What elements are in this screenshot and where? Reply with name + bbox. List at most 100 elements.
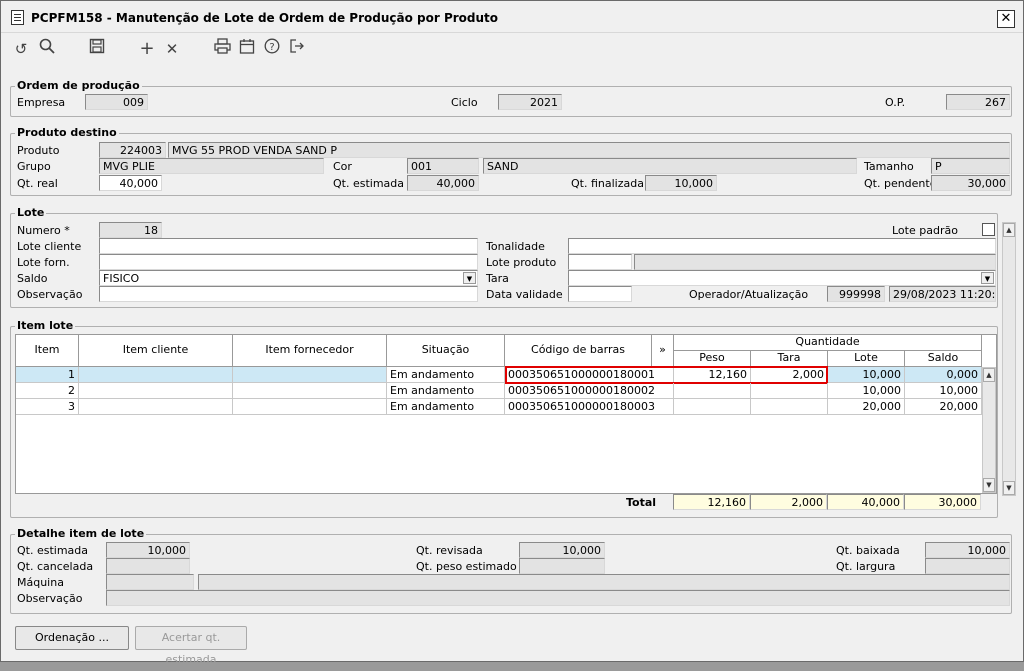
tara-select[interactable]: ▼ <box>568 270 996 286</box>
table-row-cell-codigo[interactable]: 000350651000000180001 <box>505 367 674 383</box>
toolbar: ↺ + ✕ ? <box>1 35 1023 63</box>
table-row-cell-item-cliente[interactable] <box>79 383 233 399</box>
tonalidade-field[interactable] <box>568 238 996 254</box>
table-row-cell-lote[interactable]: 20,000 <box>828 399 905 415</box>
numero-label: Numero * <box>17 224 70 237</box>
table-row-cell-tara[interactable]: 2,000 <box>751 367 828 383</box>
table-row-cell-saldo[interactable]: 10,000 <box>905 383 982 399</box>
col-header-tara[interactable]: Tara <box>751 351 828 367</box>
lote-padrao-checkbox[interactable] <box>982 223 995 236</box>
col-header-item[interactable]: Item <box>16 335 79 367</box>
exit-icon[interactable] <box>286 38 308 60</box>
col-header-situacao[interactable]: Situação <box>387 335 505 367</box>
det-qt-revisada-label: Qt. revisada <box>416 544 483 557</box>
table-row-cell-codigo[interactable]: 000350651000000180002 <box>505 383 674 399</box>
qt-estimada-field: 40,000 <box>407 175 479 191</box>
col-header-item-fornecedor[interactable]: Item fornecedor <box>233 335 387 367</box>
table-row-cell-lote[interactable]: 10,000 <box>828 367 905 383</box>
table-row-cell-saldo[interactable]: 0,000 <box>905 367 982 383</box>
atualizacao-field: 29/08/2023 11:20:57 <box>889 286 996 302</box>
col-header-saldo[interactable]: Saldo <box>905 351 982 367</box>
calendar-icon[interactable] <box>236 38 258 60</box>
det-maquina-desc-field <box>198 574 1010 590</box>
col-header-peso[interactable]: Peso <box>674 351 751 367</box>
cor-code-field: 001 <box>407 158 479 174</box>
det-qt-estimada-label: Qt. estimada <box>17 544 89 557</box>
scroll-down-icon[interactable]: ▼ <box>1003 481 1015 495</box>
table-scrollbar[interactable]: ▲ ▼ <box>982 367 996 493</box>
det-qt-peso-estimado-field <box>519 558 605 574</box>
produto-label: Produto <box>17 144 60 157</box>
lote-cliente-field[interactable] <box>99 238 478 254</box>
total-lote: 40,000 <box>827 494 904 510</box>
observacao-field[interactable] <box>99 286 478 302</box>
table-row-cell-item[interactable]: 1 <box>16 367 79 383</box>
total-tara: 2,000 <box>750 494 827 510</box>
table-row-cell-peso[interactable] <box>674 399 751 415</box>
qt-real-field[interactable]: 40,000 <box>99 175 162 191</box>
help-icon[interactable]: ? <box>261 38 283 60</box>
ordenacao-button[interactable]: Ordenação ... <box>15 626 129 650</box>
table-row-cell-situacao[interactable]: Em andamento <box>387 383 505 399</box>
qt-estimada-label: Qt. estimada <box>333 177 405 190</box>
table-row-cell-peso[interactable] <box>674 383 751 399</box>
det-observacao-field <box>106 590 1010 606</box>
saldo-select[interactable]: FISICO ▼ <box>99 270 478 286</box>
group-title: Detalhe item de lote <box>15 527 147 540</box>
group-title: Lote <box>15 206 47 219</box>
lote-forn-field[interactable] <box>99 254 478 270</box>
close-button[interactable]: ✕ <box>997 10 1015 28</box>
table-row-cell-codigo[interactable]: 000350651000000180003 <box>505 399 674 415</box>
table-row-cell-item-fornecedor[interactable] <box>233 383 387 399</box>
window-title: PCPFM158 - Manutenção de Lote de Ordem d… <box>31 11 499 25</box>
ciclo-field[interactable]: 2021 <box>498 94 562 110</box>
expand-columns-button[interactable]: » <box>652 335 674 367</box>
empresa-label: Empresa <box>17 96 66 109</box>
col-header-lote[interactable]: Lote <box>828 351 905 367</box>
table-row-cell-item[interactable]: 3 <box>16 399 79 415</box>
det-qt-cancelada-label: Qt. cancelada <box>17 560 94 573</box>
grupo-field: MVG PLIE <box>99 158 324 174</box>
undo-icon[interactable]: ↺ <box>10 38 32 60</box>
table-row-cell-tara[interactable] <box>751 399 828 415</box>
acertar-qt-estimada-button[interactable]: Acertar qt. estimada <box>135 626 247 666</box>
table-row-cell-tara[interactable] <box>751 383 828 399</box>
table-row-cell-lote[interactable]: 10,000 <box>828 383 905 399</box>
panel-scrollbar[interactable]: ▲ ▼ <box>1002 222 1016 496</box>
produto-desc-field: MVG 55 PROD VENDA SAND P <box>168 142 1010 158</box>
table-row-cell-item[interactable]: 2 <box>16 383 79 399</box>
col-header-item-cliente[interactable]: Item cliente <box>79 335 233 367</box>
tamanho-label: Tamanho <box>864 160 914 173</box>
table-row-cell-item-cliente[interactable] <box>79 399 233 415</box>
produto-code-field[interactable]: 224003 <box>99 142 166 158</box>
scroll-down-icon[interactable]: ▼ <box>983 478 995 492</box>
op-field[interactable]: 267 <box>946 94 1010 110</box>
delete-icon[interactable]: ✕ <box>161 38 183 60</box>
search-icon[interactable] <box>36 38 58 60</box>
det-qt-estimada-field: 10,000 <box>106 542 190 558</box>
lote-produto-field[interactable] <box>568 254 632 270</box>
table-row-cell-peso[interactable]: 12,160 <box>674 367 751 383</box>
table-row-cell-item-fornecedor[interactable] <box>233 367 387 383</box>
tamanho-field: P <box>931 158 1010 174</box>
add-icon[interactable]: + <box>136 38 158 60</box>
scroll-up-icon[interactable]: ▲ <box>1003 223 1015 237</box>
table-row-cell-item-fornecedor[interactable] <box>233 399 387 415</box>
numero-field[interactable]: 18 <box>99 222 162 238</box>
table-row-cell-item-cliente[interactable] <box>79 367 233 383</box>
print-icon[interactable] <box>211 38 233 60</box>
save-icon[interactable] <box>86 38 108 60</box>
det-maquina-code-field <box>106 574 194 590</box>
chevron-down-icon[interactable]: ▼ <box>463 272 476 284</box>
data-validade-field[interactable] <box>568 286 632 302</box>
lote-forn-label: Lote forn. <box>17 256 70 269</box>
col-header-codigo-barras[interactable]: Código de barras <box>505 335 652 367</box>
table-row-cell-saldo[interactable]: 20,000 <box>905 399 982 415</box>
saldo-value: FISICO <box>103 272 140 285</box>
chevron-down-icon[interactable]: ▼ <box>981 272 994 284</box>
scroll-up-icon[interactable]: ▲ <box>983 368 995 382</box>
table-row-cell-situacao[interactable]: Em andamento <box>387 367 505 383</box>
det-qt-peso-estimado-label: Qt. peso estimado <box>416 560 517 573</box>
table-row-cell-situacao[interactable]: Em andamento <box>387 399 505 415</box>
empresa-field[interactable]: 009 <box>85 94 148 110</box>
